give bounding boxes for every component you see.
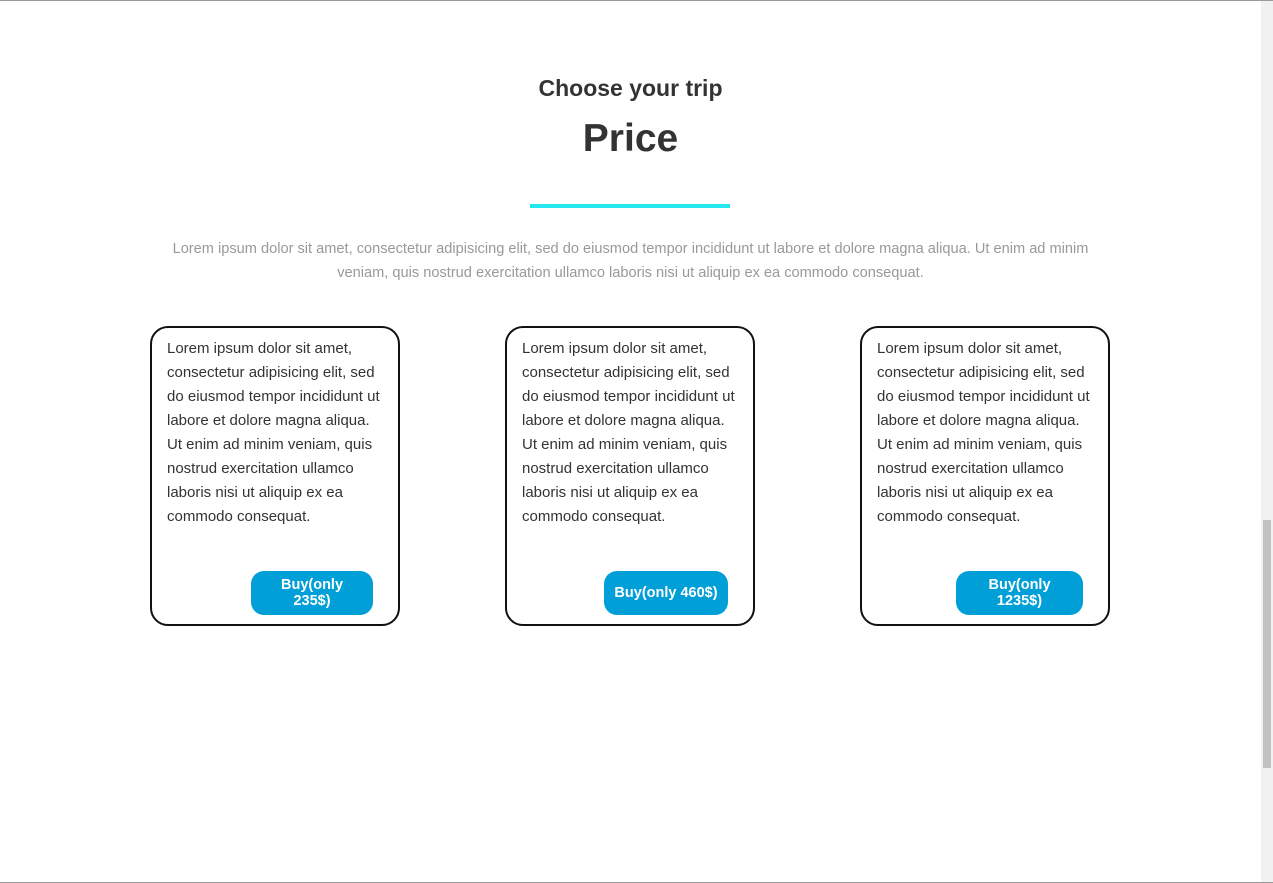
- scrollbar-thumb[interactable]: [1263, 520, 1271, 768]
- section-title: Price: [582, 117, 679, 160]
- buy-button-235[interactable]: Buy(only 235$): [251, 571, 373, 615]
- section-intro: Lorem ipsum dolor sit amet, consectetur …: [172, 241, 1089, 281]
- section-subtitle: Choose your trip: [538, 75, 723, 101]
- title-divider: [530, 204, 730, 208]
- card-description: Lorem ipsum dolor sit amet, consectetur …: [522, 340, 735, 525]
- pricing-section: Choose your trip Price Lorem ipsum dolor…: [0, 1, 1261, 882]
- price-card-3: Lorem ipsum dolor sit amet, consectetur …: [860, 326, 1110, 626]
- price-card-2: Lorem ipsum dolor sit amet, consectetur …: [505, 326, 755, 626]
- card-description: Lorem ipsum dolor sit amet, consectetur …: [877, 340, 1090, 525]
- price-card-1: Lorem ipsum dolor sit amet, consectetur …: [150, 326, 400, 626]
- buy-button-460[interactable]: Buy(only 460$): [604, 571, 728, 615]
- viewport: Choose your trip Price Lorem ipsum dolor…: [0, 0, 1273, 883]
- card-description: Lorem ipsum dolor sit amet, consectetur …: [167, 340, 380, 525]
- vertical-scrollbar[interactable]: [1261, 1, 1273, 882]
- buy-button-1235[interactable]: Buy(only 1235$): [956, 571, 1083, 615]
